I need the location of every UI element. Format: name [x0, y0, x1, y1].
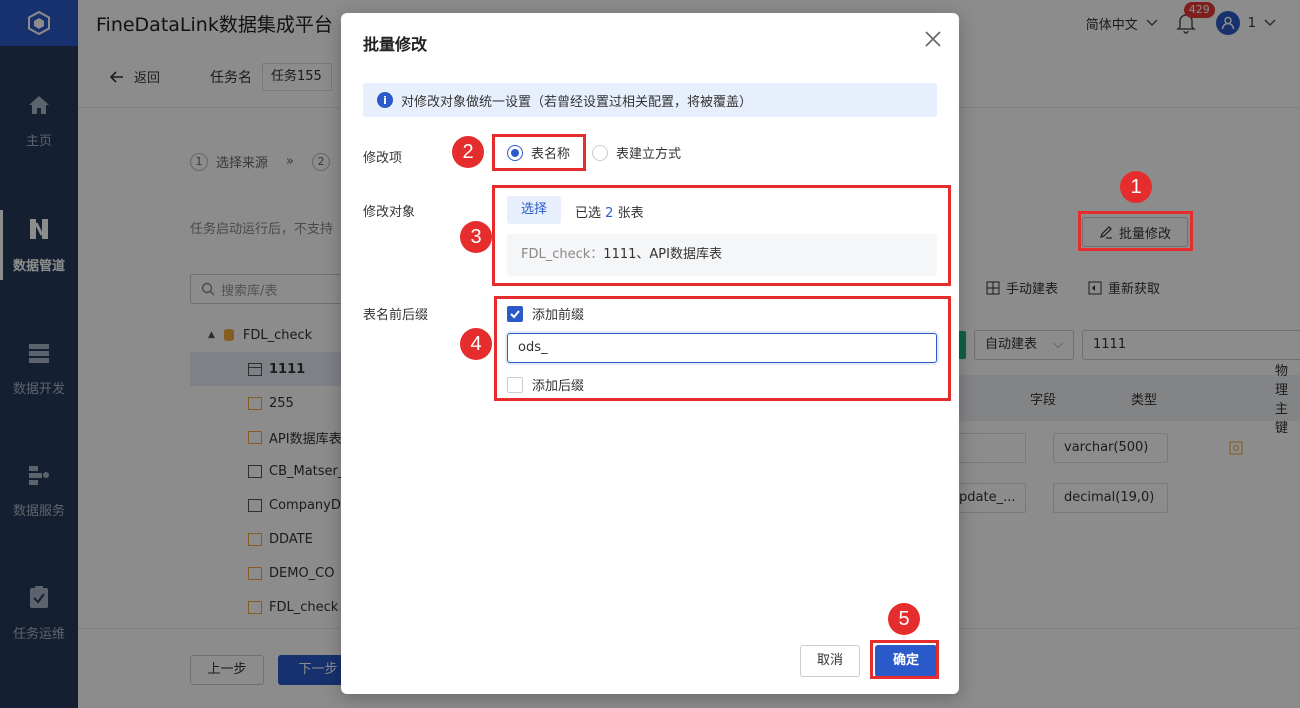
- affix-label: 表名前后缀: [363, 308, 429, 323]
- annotation-box-3: [492, 185, 951, 286]
- edit-item-label: 修改项: [363, 151, 403, 166]
- annotation-badge-4: 4: [460, 328, 492, 360]
- annotation-box-2: [492, 134, 586, 171]
- dialog-title: 批量修改: [363, 35, 428, 54]
- annotation-badge-1: 1: [1120, 171, 1152, 203]
- annotation-badge-5: 5: [888, 603, 920, 635]
- radio-unchecked-icon: [592, 144, 609, 161]
- annotation-box-5: [870, 640, 939, 679]
- radio-label: 表建立方式: [616, 147, 682, 162]
- info-text: 对修改对象做统一设置（若曾经设置过相关配置，将被覆盖）: [401, 94, 753, 110]
- info-banner: i 对修改对象做统一设置（若曾经设置过相关配置，将被覆盖）: [363, 83, 937, 117]
- close-icon[interactable]: [923, 29, 943, 49]
- cancel-button[interactable]: 取消: [800, 645, 860, 677]
- annotation-badge-2: 2: [452, 136, 484, 168]
- radio-create-mode[interactable]: 表建立方式: [592, 143, 681, 162]
- annotation-box-4: [494, 296, 951, 401]
- info-icon: i: [377, 92, 393, 108]
- target-label: 修改对象: [363, 205, 416, 220]
- annotation-box-1: [1078, 211, 1193, 251]
- annotation-badge-3: 3: [460, 221, 492, 253]
